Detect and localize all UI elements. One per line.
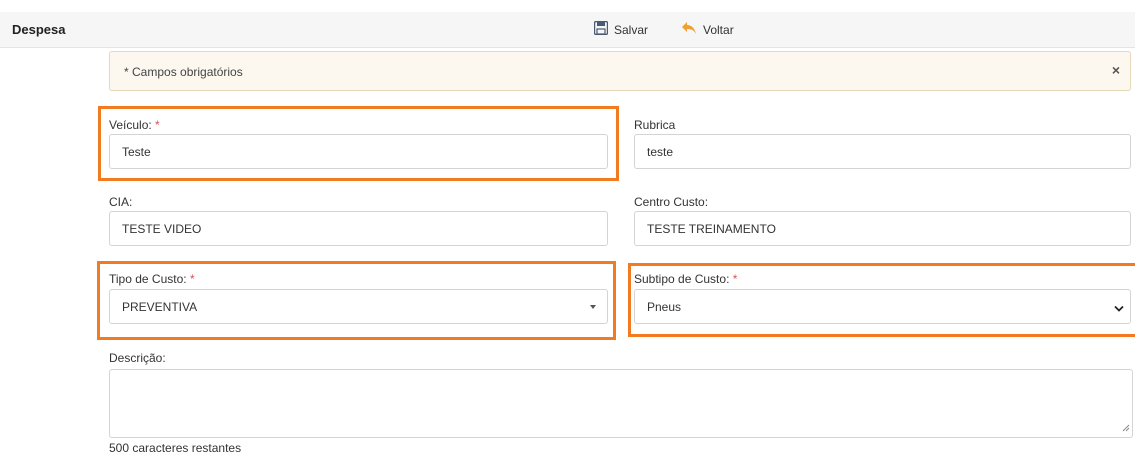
cia-value: TESTE VIDEO xyxy=(122,222,202,236)
highlight-box-tipo-custo xyxy=(97,261,616,340)
alert-text: * Campos obrigatórios xyxy=(124,65,243,79)
rubrica-label: Rubrica xyxy=(634,118,676,132)
descricao-label: Descrição: xyxy=(109,351,166,365)
required-fields-alert: * Campos obrigatórios × xyxy=(109,51,1131,91)
back-button[interactable]: Voltar xyxy=(681,21,734,38)
centro-custo-label: Centro Custo: xyxy=(634,195,709,209)
cia-label: CIA: xyxy=(109,195,133,209)
centro-custo-field[interactable]: TESTE TREINAMENTO xyxy=(634,211,1131,246)
cia-field[interactable]: TESTE VIDEO xyxy=(109,211,608,246)
rubrica-field[interactable]: teste xyxy=(634,134,1131,169)
characters-remaining: 500 caracteres restantes xyxy=(109,441,242,455)
resize-grip-icon[interactable] xyxy=(1122,421,1130,435)
save-button[interactable]: Salvar xyxy=(593,20,649,38)
descricao-textarea[interactable] xyxy=(109,369,1133,438)
reply-arrow-icon xyxy=(681,21,703,38)
page-title: Despesa xyxy=(12,22,66,37)
back-button-label: Voltar xyxy=(703,22,734,37)
highlight-box-veiculo xyxy=(98,106,619,181)
save-button-label: Salvar xyxy=(614,22,649,37)
centro-custo-value: TESTE TREINAMENTO xyxy=(647,222,776,236)
highlight-box-subtipo-custo xyxy=(628,263,1135,337)
rubrica-value: teste xyxy=(647,145,674,159)
close-icon[interactable]: × xyxy=(1112,62,1120,78)
floppy-disk-icon xyxy=(593,20,614,38)
toolbar: Despesa Salvar Voltar xyxy=(0,12,1135,48)
